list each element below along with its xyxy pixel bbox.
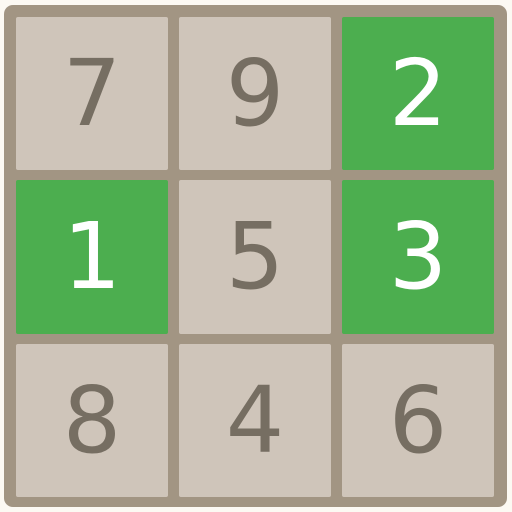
tile-r2-c1[interactable]: 1 [16, 180, 168, 334]
tile-r3-c3[interactable]: 6 [342, 344, 494, 497]
tile-r1-c2[interactable]: 9 [179, 17, 331, 170]
tile-r3-c1[interactable]: 8 [16, 344, 168, 497]
game-board: 7 9 2 1 5 3 8 4 6 [4, 5, 507, 507]
tile-r1-c1[interactable]: 7 [16, 17, 168, 170]
tile-r2-c2[interactable]: 5 [179, 180, 331, 334]
tile-r3-c2[interactable]: 4 [179, 344, 331, 497]
tile-r2-c3[interactable]: 3 [342, 180, 494, 334]
tile-r1-c3[interactable]: 2 [342, 17, 494, 170]
